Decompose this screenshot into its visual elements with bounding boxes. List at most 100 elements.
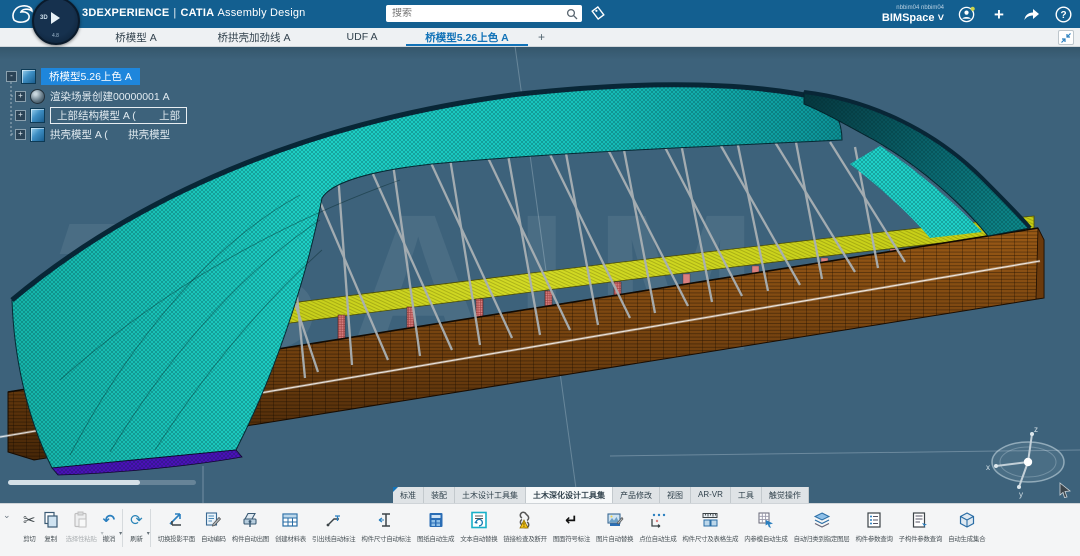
search-box[interactable] (386, 5, 582, 22)
ribbon-tab-standard[interactable]: 标准 (393, 487, 424, 503)
sheet-auto-generate-button[interactable]: 图纸自动生成 (414, 508, 457, 544)
tree-node-arch-shell[interactable]: + 拱壳模型 A ( 拱壳模型 (15, 126, 170, 142)
tree-node-label[interactable]: 桥模型5.26上色 A (41, 68, 140, 85)
scissors-icon: ✂ (23, 509, 36, 531)
ribbon-tab-tools[interactable]: 工具 (731, 487, 762, 503)
expand-icon[interactable]: + (15, 110, 26, 121)
action-toolbar: ⌄ ✂ 剪切 复制 选择性粘贴 ▾ ↶ 撤消 ▾ ⟳ 刷新 ▾ 切换投影平面 (0, 503, 1080, 556)
list-refresh-icon (911, 509, 929, 531)
tree-node-superstructure[interactable]: + 上部结构模型 A ( 上部 (15, 107, 187, 123)
image-auto-replace-button[interactable]: 图片自动替换 (593, 508, 636, 544)
leader-auto-annotate-button[interactable]: 引出线自动标注 (309, 508, 358, 544)
expand-icon[interactable]: + (15, 91, 26, 102)
tab-bridge-model[interactable]: 桥模型 A (86, 28, 186, 46)
ribbon-tab-assembly[interactable]: 装配 (424, 487, 455, 503)
search-icon[interactable] (566, 8, 578, 20)
top-bar: 3D 4.8 3DEXPERIENCE|CATIA Assembly Desig… (0, 0, 1080, 28)
restore-window-button[interactable] (1058, 30, 1074, 45)
tree-node-label[interactable]: 渲染场景创建00000001 A (50, 89, 170, 104)
point-auto-generate-button[interactable]: 点位自动生成 (636, 508, 679, 544)
member-parameter-query-button[interactable]: 构件参数查询 (852, 508, 895, 544)
product-node-icon (21, 69, 36, 84)
tab-bridge-model-colored[interactable]: 桥模型5.26上色 A (402, 28, 532, 46)
plotter-icon (241, 509, 259, 531)
help-button[interactable]: ? (1054, 5, 1072, 23)
ribbon-tab-civil-design[interactable]: 土木设计工具集 (455, 487, 526, 503)
text-auto-replace-button[interactable]: 文本自动替换 (457, 508, 500, 544)
sort-to-layer-button[interactable]: 自动归类到指定图层 (791, 508, 853, 544)
ribbon-tab-touch[interactable]: 触觉操作 (762, 487, 809, 503)
auto-generate-set-button[interactable]: 自动生成集合 (945, 508, 988, 544)
dropdown-caret-icon: ▾ (119, 530, 122, 537)
chevron-down-icon: ˅ (938, 12, 944, 24)
refresh-button[interactable]: ⟳ 刷新 ▾ (127, 508, 146, 544)
return-arrow-icon: ↵ (565, 509, 578, 531)
ribbon-tab-ar-vr[interactable]: AR-VR (691, 487, 731, 503)
ribbon-tab-view[interactable]: 视图 (660, 487, 691, 503)
new-tab-button[interactable]: + (532, 28, 551, 46)
share-button[interactable] (1022, 5, 1040, 23)
collapse-icon[interactable]: - (6, 71, 17, 82)
scrollbar-thumb[interactable] (8, 480, 140, 485)
document-tab-bar: 桥模型 A 桥拱壳加劲线 A UDF A 桥模型5.26上色 A + (0, 28, 1080, 47)
tab-arch-shell-stiffener[interactable]: 桥拱壳加劲线 A (186, 28, 322, 46)
axis-y-label: y (1019, 490, 1023, 499)
swap-arrows-icon (167, 509, 185, 531)
tree-node-root[interactable]: - 桥模型5.26上色 A (6, 68, 140, 84)
3d-viewport[interactable]: BAIM (0, 46, 1080, 503)
link-check-break-button[interactable]: ! 链接检查及断开 (500, 508, 549, 544)
profile-avatar-button[interactable] (958, 5, 976, 23)
copy-button[interactable]: 复制 (39, 508, 63, 544)
paste-special-button[interactable]: 选择性粘贴 ▾ (63, 508, 100, 544)
create-material-table-button[interactable]: 创建材料表 (272, 508, 309, 544)
view-axis-compass[interactable]: z x y (985, 424, 1071, 500)
layers-icon (813, 509, 831, 531)
tree-node-label[interactable]: 上部结构模型 A ( 上部 (50, 107, 187, 124)
ribbon-tab-bar: 标准 装配 土木设计工具集 土木深化设计工具集 产品修改 视图 AR-VR 工具… (393, 487, 809, 503)
arch-right-curl[interactable] (804, 92, 1030, 238)
svg-text:?: ? (1060, 10, 1066, 21)
search-input[interactable] (386, 8, 566, 19)
expand-icon[interactable]: + (15, 129, 26, 140)
tag-icon[interactable] (590, 5, 607, 22)
tree-node-render-scene[interactable]: + 渲染场景创建00000001 A (15, 88, 170, 104)
catia-3dexperience-window: 3D 4.8 3DEXPERIENCE|CATIA Assembly Desig… (0, 0, 1080, 556)
member-dim-auto-annotate-button[interactable]: 构件尺寸自动标注 (358, 508, 414, 544)
compass-play-icon (51, 12, 60, 24)
auto-drawing-button[interactable]: 构件自动出图 (229, 508, 272, 544)
toolbar-collapse-icon[interactable]: ⌄ (3, 510, 11, 521)
undo-button[interactable]: ↶ 撤消 ▾ (100, 508, 119, 544)
subpart-parameter-query-button[interactable]: 子构件参数查询 (896, 508, 945, 544)
symbol-annotate-button[interactable]: ↵ 图面符号标注 (550, 508, 593, 544)
cut-button[interactable]: ✂ 剪切 (20, 508, 39, 544)
list-panel-icon (865, 509, 883, 531)
grid-arrow-icon (757, 509, 775, 531)
copy-icon (42, 509, 60, 531)
toggle-projection-plane-button[interactable]: 切换投影平面 (155, 508, 198, 544)
dim-table-generate-button[interactable]: 构件尺寸及表格生成 (679, 508, 741, 544)
ruler-table-icon (701, 509, 719, 531)
auto-numbering-button[interactable]: 自动编码 (198, 508, 229, 544)
ribbon-tab-product-edit[interactable]: 产品修改 (613, 487, 660, 503)
add-content-button[interactable]: + (990, 5, 1008, 23)
ribbon-tab-civil-detail-design[interactable]: 土木深化设计工具集 (526, 487, 613, 503)
points-axis-icon (649, 509, 667, 531)
template-auto-generate-button[interactable]: 内参模自动生成 (741, 508, 790, 544)
svg-text:!: ! (523, 522, 525, 529)
render-scene-icon (30, 89, 45, 104)
tab-udf[interactable]: UDF A (322, 28, 402, 46)
cube-icon (958, 509, 976, 531)
user-name: nbbim04 nbbim04 (882, 5, 944, 11)
clipboard-icon (72, 509, 90, 531)
ibeam-dimension-icon (377, 509, 395, 531)
document-refresh-icon (470, 509, 488, 531)
blue-sheet-grid-icon (427, 509, 445, 531)
tree-node-label[interactable]: 拱壳模型 A ( 拱壳模型 (50, 127, 170, 142)
user-menu[interactable]: nbbim04 nbbim04 BIMSpace ˅ (882, 5, 944, 24)
app-title: 3DEXPERIENCE|CATIA Assembly Design (82, 7, 305, 19)
horizontal-scrollbar[interactable] (8, 480, 196, 485)
axis-z-label: z (1034, 425, 1038, 434)
arch-shell[interactable] (12, 85, 842, 468)
table-icon (281, 509, 299, 531)
dropdown-caret-icon: ▾ (147, 530, 150, 537)
